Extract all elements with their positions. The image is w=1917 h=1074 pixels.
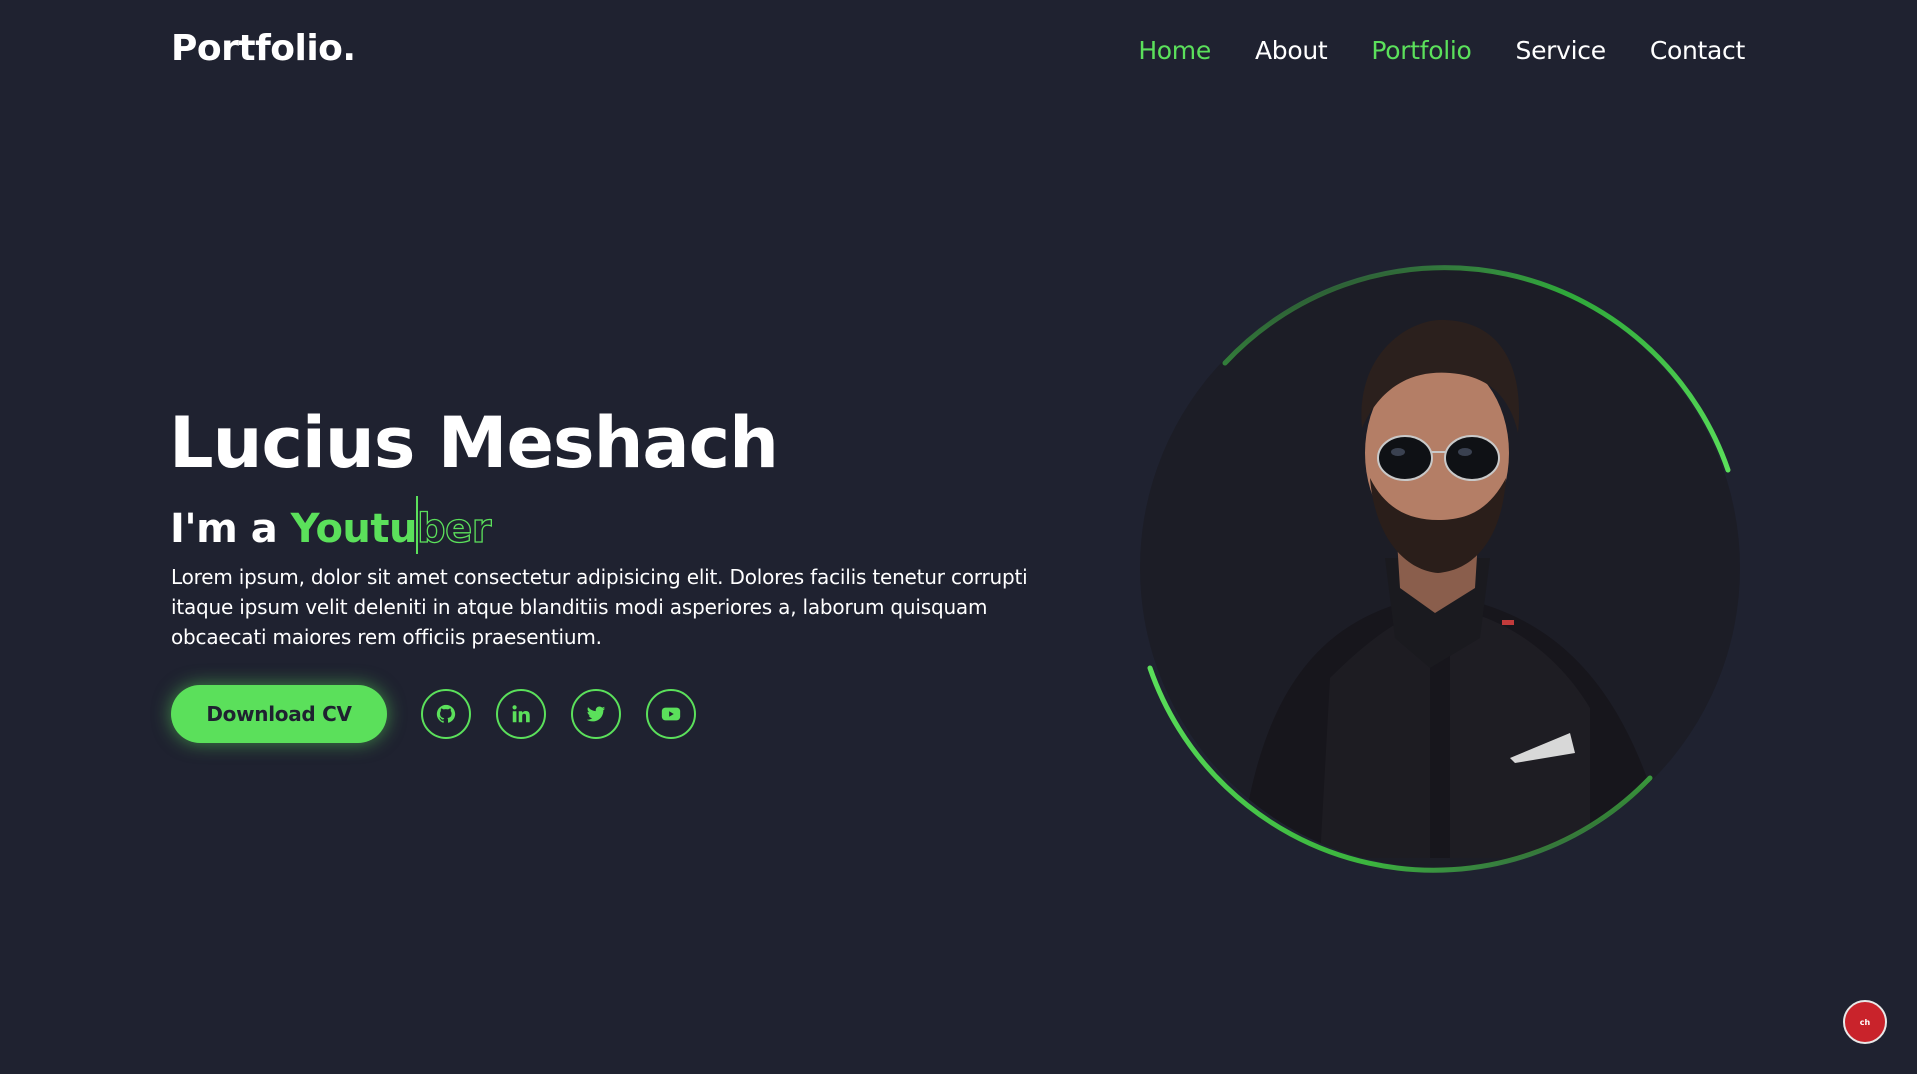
role-prefix: I'm a xyxy=(170,506,291,552)
nav-portfolio[interactable]: Portfolio xyxy=(1371,36,1471,65)
portrait-ring xyxy=(1140,265,1740,873)
twitter-link[interactable] xyxy=(571,689,621,739)
hero-description: Lorem ipsum, dolor sit amet consectetur … xyxy=(171,565,1028,649)
logo[interactable]: Portfolio. xyxy=(171,28,356,69)
nav-about[interactable]: About xyxy=(1255,36,1328,65)
twitter-icon xyxy=(586,706,606,722)
hero-name: Lucius Meshach xyxy=(169,402,779,484)
nav-contact[interactable]: Contact xyxy=(1650,36,1745,65)
github-link[interactable] xyxy=(421,689,471,739)
subscribe-badge[interactable]: ch xyxy=(1843,1000,1887,1044)
hero-role: I'm a Youtuber xyxy=(170,496,492,554)
github-icon xyxy=(436,704,456,723)
nav-service[interactable]: Service xyxy=(1516,36,1607,65)
social-links xyxy=(421,689,696,739)
header: Portfolio. Home About Portfolio Service … xyxy=(0,0,1917,110)
download-cv-button[interactable]: Download CV xyxy=(171,685,387,743)
youtube-icon xyxy=(661,707,681,721)
nav-home[interactable]: Home xyxy=(1138,36,1211,65)
subscribe-badge-label: ch xyxy=(1859,1017,1871,1027)
youtube-link[interactable] xyxy=(646,689,696,739)
linkedin-icon xyxy=(512,705,530,723)
linkedin-link[interactable] xyxy=(496,689,546,739)
page: Portfolio. Home About Portfolio Service … xyxy=(0,0,1917,1074)
main-nav: Home About Portfolio Service Contact xyxy=(1138,36,1745,65)
role-remaining: ber xyxy=(416,506,492,552)
role-typed: Youtu xyxy=(290,506,418,552)
portrait xyxy=(1130,258,1750,878)
